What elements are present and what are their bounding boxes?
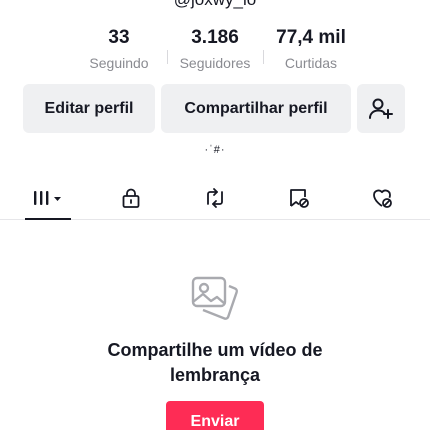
lock-icon — [122, 188, 140, 208]
profile-username: @joxwy_lo — [0, 0, 430, 10]
stat-following-label: Seguindo — [89, 55, 149, 71]
stat-likes[interactable]: 77,4 mil Curtidas — [263, 26, 359, 72]
grid-icon — [33, 190, 61, 205]
stat-followers-label: Seguidores — [179, 55, 251, 71]
empty-message-line2: lembrança — [169, 365, 261, 385]
share-profile-button[interactable]: Compartilhar perfil — [161, 84, 351, 133]
tab-favorites[interactable] — [264, 176, 334, 219]
profile-bio: ·ˈ#· — [204, 144, 226, 156]
tab-reposts[interactable] — [180, 176, 250, 219]
chevron-down-icon — [53, 196, 61, 201]
stat-likes-label: Curtidas — [284, 55, 338, 71]
photos-icon — [191, 276, 239, 320]
empty-state: Compartilhe um vídeo de lembrança — [0, 272, 430, 388]
heart-hidden-icon — [373, 189, 393, 208]
person-add-icon — [369, 98, 393, 119]
edit-profile-button[interactable]: Editar perfil — [23, 84, 155, 133]
tab-liked[interactable] — [347, 176, 417, 219]
profile-stats: 33 Seguindo 3.186 Seguidores 77,4 mil Cu… — [0, 26, 430, 72]
profile-actions: Editar perfil Compartilhar perfil — [23, 84, 405, 133]
stat-following[interactable]: 33 Seguindo — [71, 26, 167, 72]
bookmark-icon — [289, 188, 309, 208]
empty-message-line1: Compartilhe um vídeo de — [107, 340, 323, 360]
stat-followers[interactable]: 3.186 Seguidores — [167, 26, 263, 72]
add-friend-button[interactable] — [357, 84, 405, 133]
stat-likes-value: 77,4 mil — [276, 27, 346, 48]
profile-tabs — [0, 176, 430, 220]
upload-button[interactable]: Enviar — [166, 401, 264, 430]
stat-followers-value: 3.186 — [191, 27, 239, 48]
stat-following-value: 33 — [108, 27, 130, 48]
tab-videos-grid[interactable] — [13, 176, 83, 220]
repost-icon — [207, 187, 223, 208]
tab-private[interactable] — [96, 176, 166, 219]
